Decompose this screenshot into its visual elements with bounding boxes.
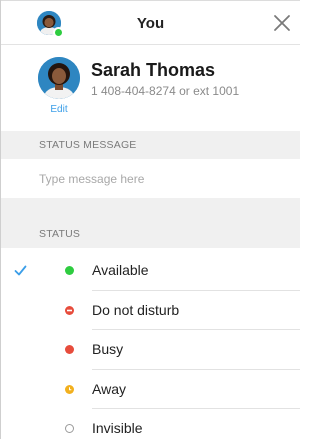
status-message-section-label: STATUS MESSAGE [39,139,137,151]
avatar[interactable] [38,57,80,99]
hollow-circle-icon [65,424,74,433]
status-option-label: Away [92,380,126,397]
close-button[interactable] [270,11,294,35]
clock-dot-icon [65,384,74,394]
red-dot-icon [65,345,74,354]
profile-name: Sarah Thomas [91,60,216,80]
edit-profile-link[interactable]: Edit [38,104,80,115]
status-option-label: Invisible [92,420,143,436]
checkmark-icon [14,265,27,276]
page-title: You [136,15,165,32]
status-message-section-header: STATUS MESSAGE [1,131,300,159]
status-section-header: STATUS [1,198,300,248]
profile-photo [38,57,80,99]
dnd-minus-icon [65,305,74,315]
panel-header: You [1,1,300,45]
status-option-available[interactable]: Available [1,251,300,291]
status-option-label: Do not disturb [92,301,180,318]
status-option-busy[interactable]: Busy [1,330,300,370]
profile-card: Edit Sarah Thomas 1 408-404-8274 or ext … [1,46,300,122]
status-options-list: Available Do not disturb Busy Away Invis… [1,251,300,439]
status-option-label: Available [92,262,149,278]
status-option-invisible[interactable]: Invisible [1,409,300,439]
profile-phone: 1 408-404-8274 or ext 1001 [91,84,240,98]
status-option-label: Busy [92,341,124,357]
status-option-away[interactable]: Away [1,370,300,409]
status-option-do-not-disturb[interactable]: Do not disturb [1,291,300,330]
status-section-label: STATUS [39,228,81,240]
status-message-input[interactable] [1,159,300,198]
green-dot-icon [65,266,74,275]
close-icon [274,15,290,31]
